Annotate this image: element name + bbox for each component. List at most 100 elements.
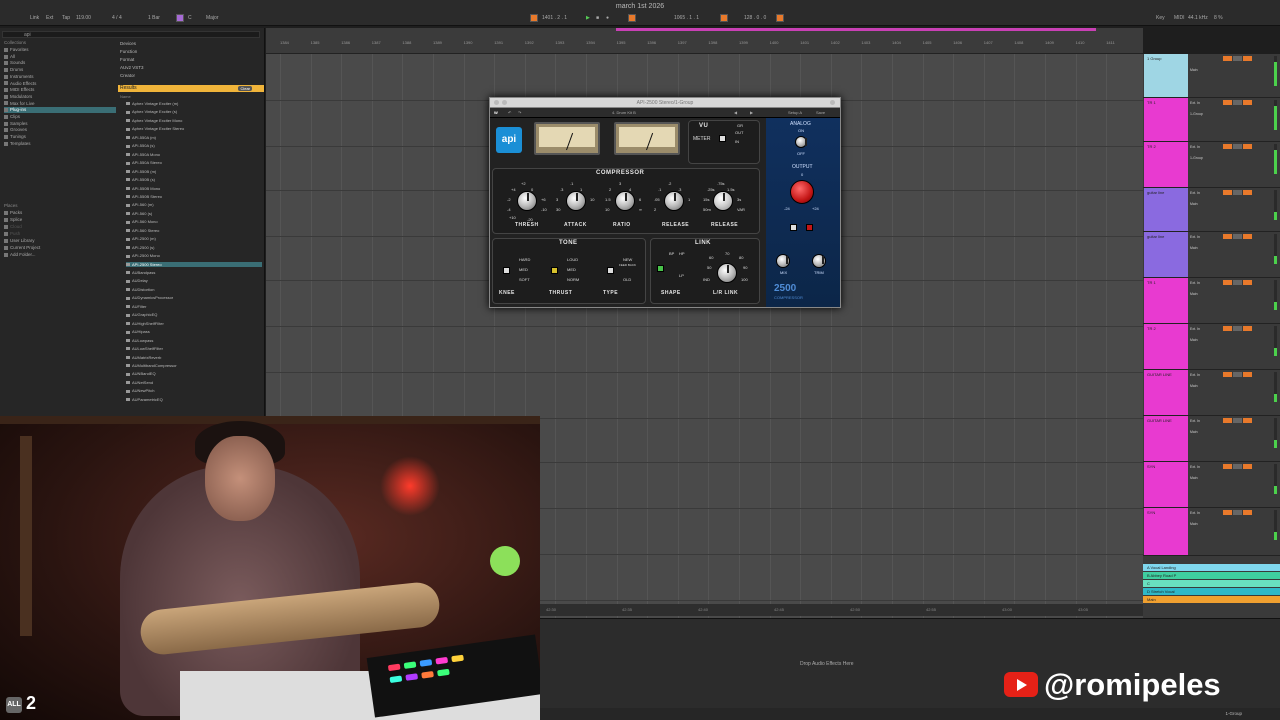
track-name[interactable]: guitar line: [1147, 190, 1164, 195]
track-output[interactable]: 1-Group: [1190, 112, 1203, 116]
plugin-titlebar[interactable]: API-2500 Stereo/1-Group: [490, 98, 840, 108]
key-map-button[interactable]: Key: [1156, 14, 1165, 22]
track-name[interactable]: TR 1: [1147, 100, 1156, 105]
result-item[interactable]: AUNetSend: [126, 380, 153, 385]
track-color-strip[interactable]: TR 2: [1144, 142, 1188, 187]
track-color-strip[interactable]: GUITAR LINE: [1144, 370, 1188, 415]
follow-icon[interactable]: [530, 14, 538, 22]
result-item[interactable]: Aphex Vintage Exciter Stereo: [126, 126, 184, 131]
track-name[interactable]: guitar line: [1147, 234, 1164, 239]
browser-category[interactable]: Samples: [4, 121, 28, 127]
bypass-button[interactable]: [790, 224, 797, 231]
track-color-strip[interactable]: TR 2: [1144, 324, 1188, 369]
solo-button[interactable]: [1233, 190, 1242, 195]
result-item[interactable]: API-560 Stereo: [126, 228, 159, 233]
track-color-strip[interactable]: SYN: [1144, 462, 1188, 507]
result-item[interactable]: API-2500 Stereo: [126, 261, 262, 267]
arm-button[interactable]: [1243, 280, 1252, 285]
compressor-knob-thresh[interactable]: [517, 191, 537, 211]
track-input[interactable]: Ext. In: [1190, 465, 1200, 469]
scale-key[interactable]: C: [188, 14, 192, 22]
save-button[interactable]: Save: [816, 110, 825, 115]
redo-icon[interactable]: ↷: [518, 110, 521, 115]
return-track[interactable]: Main: [1143, 596, 1280, 603]
type-switch[interactable]: [607, 267, 614, 274]
filter-item[interactable]: AUv2 VST3: [120, 65, 144, 70]
stop-icon[interactable]: ■: [596, 14, 599, 22]
track-name[interactable]: 1 Group: [1147, 56, 1161, 61]
link-button[interactable]: Link: [30, 14, 39, 22]
track-activator-button[interactable]: [1223, 56, 1232, 61]
browser-category[interactable]: Tunings: [4, 134, 26, 140]
next-preset-icon[interactable]: ▶: [750, 110, 753, 115]
result-item[interactable]: API-550A (m): [126, 135, 156, 140]
solo-button[interactable]: [1233, 464, 1242, 469]
browser-category[interactable]: Clips: [4, 114, 20, 120]
track-color-strip[interactable]: TR 1: [1144, 98, 1188, 141]
result-item[interactable]: API-550A Stereo: [126, 160, 162, 165]
track-header[interactable]: SYN Ext. In Main: [1143, 462, 1280, 508]
track-name[interactable]: SYN: [1147, 510, 1155, 515]
result-item[interactable]: API-550B (s): [126, 177, 155, 182]
track-activator-button[interactable]: [1223, 326, 1232, 331]
result-item[interactable]: AUDistortion: [126, 287, 154, 292]
result-item[interactable]: AUFilter: [126, 304, 146, 309]
result-item[interactable]: API-2500 (m): [126, 236, 156, 241]
result-item[interactable]: AUNBandEQ: [126, 371, 156, 376]
browser-category[interactable]: Templates: [4, 141, 31, 147]
track-name[interactable]: SYN: [1147, 464, 1155, 469]
compressor-knob-attack[interactable]: [566, 191, 586, 211]
result-item[interactable]: AUDynamicsProcessor: [126, 295, 173, 300]
result-item[interactable]: AUMultibandCompressor: [126, 363, 177, 368]
arm-button[interactable]: [1243, 510, 1252, 515]
return-track[interactable]: B Abbey Road P: [1143, 572, 1280, 579]
track-color-strip[interactable]: SYN: [1144, 508, 1188, 555]
record-icon[interactable]: ●: [606, 14, 609, 22]
browser-category[interactable]: Drums: [4, 67, 23, 73]
loop-start-field[interactable]: 1065 . 1 . 1: [674, 14, 699, 22]
thrust-switch[interactable]: [551, 267, 558, 274]
track-name[interactable]: GUITAR LINE: [1147, 418, 1172, 423]
midi-map-button[interactable]: MIDI: [1174, 14, 1185, 22]
track-header[interactable]: guitar line Ext. In Main: [1143, 188, 1280, 232]
power-button[interactable]: [806, 224, 813, 231]
result-item[interactable]: AUParametricEQ: [126, 397, 163, 402]
browser-category[interactable]: Sounds: [4, 60, 25, 66]
track-color-strip[interactable]: guitar line: [1144, 188, 1188, 231]
track-output[interactable]: Main: [1190, 246, 1198, 250]
track-output[interactable]: Main: [1190, 476, 1198, 480]
result-item[interactable]: API-2500 (s): [126, 245, 154, 250]
track-header[interactable]: GUITAR LINE Ext. In Main: [1143, 416, 1280, 462]
track-activator-button[interactable]: [1223, 234, 1232, 239]
track-output[interactable]: Main: [1190, 292, 1198, 296]
track-header[interactable]: SYN Ext. In Main: [1143, 508, 1280, 556]
return-track[interactable]: C: [1143, 580, 1280, 587]
filter-item[interactable]: Function: [120, 49, 137, 54]
track-input[interactable]: Ext. In: [1190, 235, 1200, 239]
solo-button[interactable]: [1233, 56, 1242, 61]
track-input[interactable]: Ext. In: [1190, 327, 1200, 331]
place-item[interactable]: Splice: [4, 217, 22, 223]
result-item[interactable]: API-2500 Mono: [126, 253, 160, 258]
place-item[interactable]: Add Folder...: [4, 252, 36, 258]
setup-button[interactable]: Setup A: [788, 110, 802, 115]
time-signature-field[interactable]: 4 / 4: [112, 14, 122, 22]
solo-button[interactable]: [1233, 326, 1242, 331]
tap-button[interactable]: Tap: [62, 14, 70, 22]
browser-category[interactable]: Grooves: [4, 127, 27, 133]
loop-length-field[interactable]: 128 . 0 . 0: [744, 14, 766, 22]
result-item[interactable]: Aphex Vintage Exciter (s): [126, 109, 177, 114]
name-column-header[interactable]: Name: [120, 94, 131, 99]
preset-menu[interactable]: 4. Drum Kit B: [612, 110, 636, 115]
solo-button[interactable]: [1233, 234, 1242, 239]
arm-button[interactable]: [1243, 144, 1252, 149]
place-item[interactable]: Packs: [4, 210, 22, 216]
result-item[interactable]: API-550B Stereo: [126, 194, 162, 199]
result-item[interactable]: Aphex Vintage Exciter (m): [126, 101, 178, 106]
browser-category[interactable]: Favorites: [4, 47, 29, 53]
track-name[interactable]: TR 2: [1147, 144, 1156, 149]
meter-toggle[interactable]: [719, 135, 726, 142]
ext-button[interactable]: Ext: [46, 14, 53, 22]
track-activator-button[interactable]: [1223, 190, 1232, 195]
track-input[interactable]: Ext. In: [1190, 511, 1200, 515]
